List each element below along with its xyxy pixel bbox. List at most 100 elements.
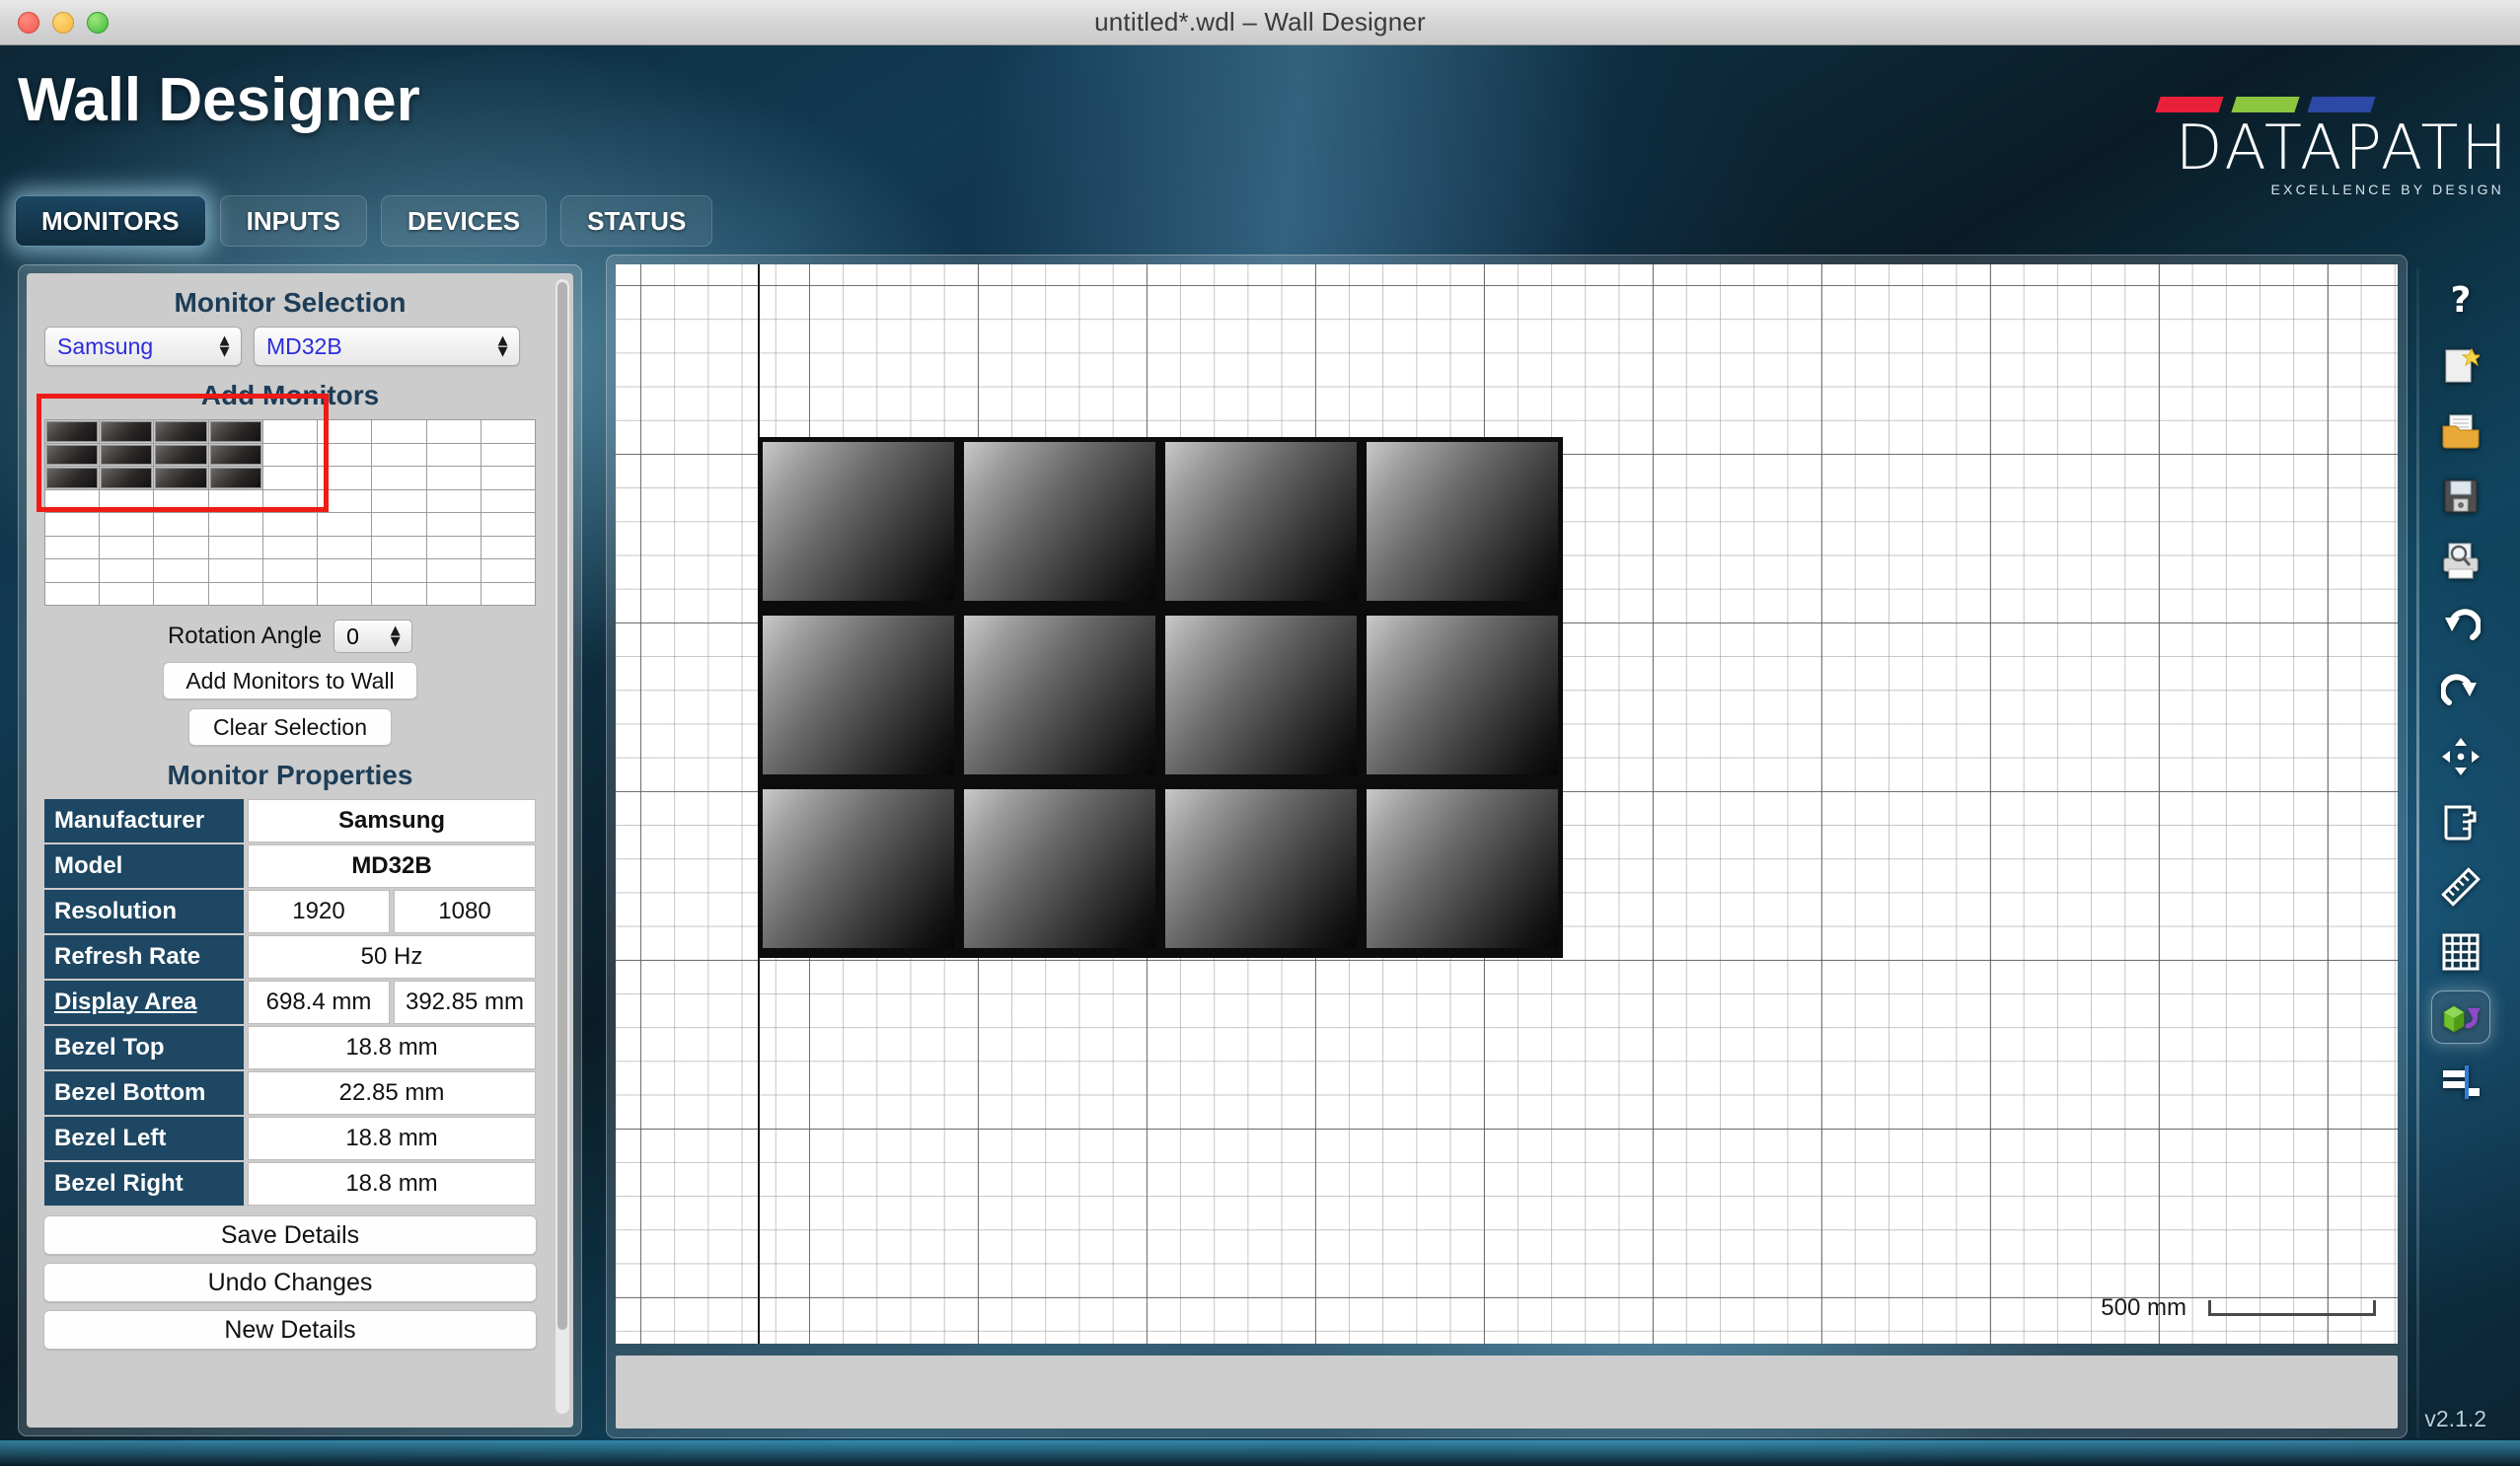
grid-cell[interactable]: [100, 513, 155, 537]
wall-canvas[interactable]: 500 mm: [616, 264, 2398, 1344]
wall-monitor[interactable]: [1362, 437, 1563, 611]
grid-cell[interactable]: [426, 536, 482, 559]
grid-cell[interactable]: [481, 489, 536, 513]
grid-cell-selected[interactable]: [154, 420, 209, 444]
undo-icon[interactable]: [2431, 600, 2490, 653]
grid-cell[interactable]: [372, 536, 427, 559]
grid-cell[interactable]: [481, 513, 536, 537]
ruler-icon[interactable]: [2431, 860, 2490, 914]
grid-cell[interactable]: [45, 559, 101, 583]
grid-cell[interactable]: [154, 582, 209, 606]
save-details-button[interactable]: Save Details: [43, 1215, 537, 1255]
grid-cell[interactable]: [372, 582, 427, 606]
tab-inputs[interactable]: INPUTS: [219, 195, 367, 247]
side-panel-scrollbar[interactable]: [556, 279, 569, 1414]
grid-cell[interactable]: [262, 489, 319, 513]
grid-cell[interactable]: [481, 443, 536, 467]
clear-selection-button[interactable]: Clear Selection: [188, 708, 392, 746]
grid-cell[interactable]: [208, 582, 263, 606]
grid-cell-selected[interactable]: [208, 420, 263, 444]
grid-cell[interactable]: [208, 559, 263, 583]
grid-cell[interactable]: [262, 513, 319, 537]
property-value-field[interactable]: Samsung: [248, 799, 536, 843]
help-icon[interactable]: ?: [2431, 274, 2490, 328]
grid-cell[interactable]: [372, 420, 427, 444]
grid-cell-selected[interactable]: [154, 467, 209, 490]
grid-cell[interactable]: [318, 467, 373, 490]
grid-cell[interactable]: [426, 443, 482, 467]
monitor-wall[interactable]: [758, 437, 1563, 958]
property-value-field[interactable]: 50 Hz: [248, 935, 536, 979]
grid-cell-selected[interactable]: [45, 467, 101, 490]
grid-cell[interactable]: [318, 443, 373, 467]
property-value-field[interactable]: MD32B: [248, 844, 536, 888]
move-icon[interactable]: [2431, 730, 2490, 783]
grid-cell[interactable]: [45, 513, 101, 537]
grid-cell[interactable]: [426, 467, 482, 490]
grid-cell[interactable]: [372, 467, 427, 490]
wall-monitor[interactable]: [959, 784, 1160, 958]
grid-cell[interactable]: [262, 559, 319, 583]
grid-cell[interactable]: [426, 489, 482, 513]
grid-cell[interactable]: [45, 489, 101, 513]
add-monitors-to-wall-button[interactable]: Add Monitors to Wall: [163, 662, 417, 699]
grid-cell[interactable]: [426, 582, 482, 606]
property-value-field[interactable]: 1080: [394, 890, 536, 933]
grid-cell[interactable]: [426, 513, 482, 537]
grid-cell[interactable]: [426, 420, 482, 444]
grid-cell-selected[interactable]: [208, 467, 263, 490]
add-monitors-grid[interactable]: [44, 419, 536, 606]
wall-monitor[interactable]: [1362, 784, 1563, 958]
grid-cell[interactable]: [481, 536, 536, 559]
grid-cell[interactable]: [100, 536, 155, 559]
save-floppy-icon[interactable]: [2431, 470, 2490, 523]
grid-cell[interactable]: [372, 513, 427, 537]
grid-cell[interactable]: [45, 536, 101, 559]
grid-cell[interactable]: [100, 489, 155, 513]
wall-monitor[interactable]: [959, 611, 1160, 784]
grid-cell[interactable]: [262, 420, 319, 444]
tab-devices[interactable]: DEVICES: [380, 195, 548, 247]
grid-cell[interactable]: [481, 420, 536, 444]
property-value-field[interactable]: 18.8 mm: [248, 1026, 536, 1069]
print-preview-icon[interactable]: [2431, 535, 2490, 588]
grid-cell[interactable]: [426, 559, 482, 583]
grid-cell[interactable]: [262, 536, 319, 559]
measure-jug-icon[interactable]: [2431, 795, 2490, 848]
grid-cell[interactable]: [481, 467, 536, 490]
grid-cell[interactable]: [262, 582, 319, 606]
grid-cell-selected[interactable]: [45, 420, 101, 444]
property-value-field[interactable]: 1920: [248, 890, 390, 933]
wall-monitor[interactable]: [1362, 611, 1563, 784]
redo-icon[interactable]: [2431, 665, 2490, 718]
grid-cell[interactable]: [154, 513, 209, 537]
property-value-field[interactable]: 392.85 mm: [394, 981, 536, 1024]
property-value-field[interactable]: 698.4 mm: [248, 981, 390, 1024]
align-icon[interactable]: [2431, 1056, 2490, 1109]
grid-cell-selected[interactable]: [100, 467, 155, 490]
rotate-3d-icon[interactable]: [2431, 990, 2490, 1044]
grid-icon[interactable]: [2431, 925, 2490, 979]
wall-monitor[interactable]: [1160, 784, 1362, 958]
grid-cell[interactable]: [318, 582, 373, 606]
grid-cell-selected[interactable]: [208, 443, 263, 467]
tab-monitors[interactable]: MONITORS: [15, 195, 206, 247]
grid-cell[interactable]: [100, 559, 155, 583]
wall-monitor[interactable]: [758, 437, 959, 611]
undo-changes-button[interactable]: Undo Changes: [43, 1263, 537, 1302]
grid-cell[interactable]: [208, 536, 263, 559]
grid-cell[interactable]: [372, 489, 427, 513]
grid-cell[interactable]: [208, 489, 263, 513]
grid-cell[interactable]: [318, 513, 373, 537]
grid-cell[interactable]: [318, 559, 373, 583]
new-details-button[interactable]: New Details: [43, 1310, 537, 1350]
grid-cell[interactable]: [481, 559, 536, 583]
property-value-field[interactable]: 22.85 mm: [248, 1071, 536, 1115]
grid-cell-selected[interactable]: [45, 443, 101, 467]
grid-cell[interactable]: [318, 420, 373, 444]
grid-cell[interactable]: [262, 467, 319, 490]
grid-cell[interactable]: [372, 559, 427, 583]
grid-cell[interactable]: [154, 559, 209, 583]
new-document-icon[interactable]: [2431, 339, 2490, 393]
wall-monitor[interactable]: [959, 437, 1160, 611]
